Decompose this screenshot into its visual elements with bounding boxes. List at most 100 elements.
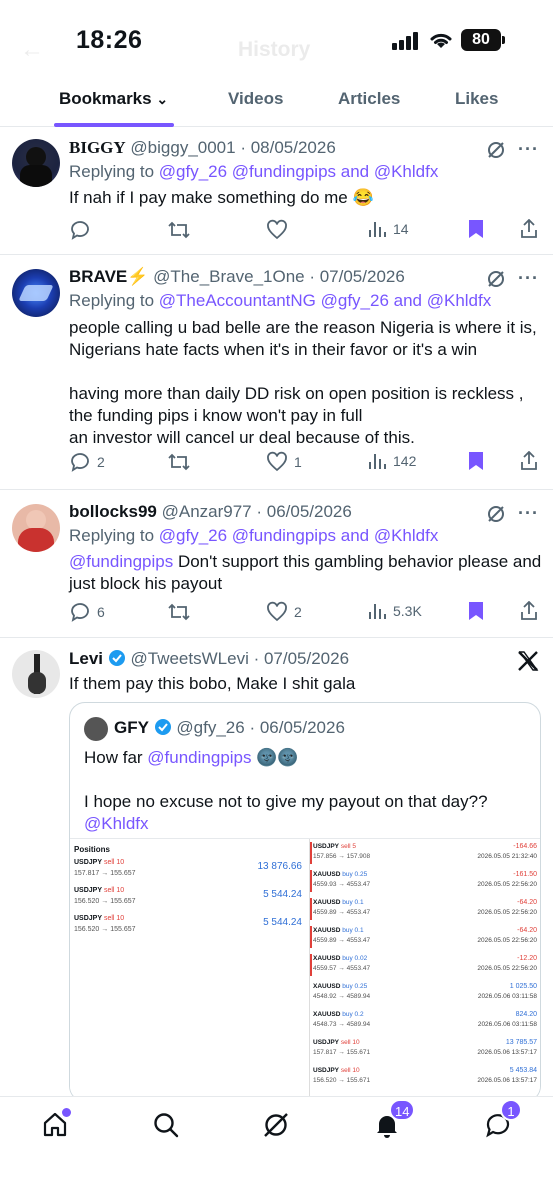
trade-row[interactable]: XAUUSD buy 0.1 4559.89 → 4553.47 -64.20 202…	[313, 898, 539, 918]
more-options-icon[interactable]: ···	[518, 503, 539, 524]
quoted-avatar[interactable]	[84, 717, 108, 741]
bookmark-button[interactable]	[467, 601, 485, 621]
author-name: Levi	[69, 649, 104, 668]
back-arrow-icon[interactable]: ←	[20, 36, 44, 64]
x-logo-icon[interactable]	[517, 650, 539, 672]
verified-badge-icon	[108, 650, 125, 666]
author-handle: @Anzar977 · 06/05/2026	[161, 502, 352, 521]
views-icon	[369, 222, 386, 237]
trade-row[interactable]: XAUUSD buy 0.25 4559.93 → 4553.47 -161.50 2…	[313, 870, 539, 890]
repost-button[interactable]	[167, 451, 191, 473]
trade-pnl: 824.20	[515, 1011, 537, 1018]
share-button[interactable]	[519, 451, 539, 471]
position-row[interactable]: USDJPY sell 10 157.817 → 155.657 13 876.66	[74, 857, 306, 879]
bookmark-button[interactable]	[467, 451, 485, 471]
like-button[interactable]: 1	[266, 451, 302, 473]
verified-badge-icon	[154, 719, 171, 735]
grok-icon	[264, 1113, 288, 1137]
repost-icon	[168, 603, 190, 621]
like-button[interactable]: 2	[266, 601, 302, 623]
tab-videos[interactable]: Videos	[228, 89, 283, 109]
trade-side: buy 0.25	[342, 871, 368, 878]
more-options-icon[interactable]: ···	[518, 268, 539, 289]
trade-row[interactable]: USDJPY sell 5 157.856 → 157.908 -164.66 202…	[313, 842, 539, 862]
avatar[interactable]	[12, 650, 60, 698]
grok-icon[interactable]	[486, 140, 506, 160]
quoted-post[interactable]: GFY @gfy_26 · 06/05/2026 How far @fundin…	[69, 702, 541, 1102]
grok-icon[interactable]	[486, 269, 506, 289]
trade-price: 156.520 → 155.671	[313, 1077, 371, 1084]
trade-symbol: USDJPY	[313, 843, 340, 850]
reply-mentions[interactable]: @TheAccountantNG @gfy_26 and @Khldfx	[159, 291, 491, 310]
trade-price: 157.817 → 155.671	[313, 1049, 371, 1056]
position-price: 156.520 → 155.657	[74, 926, 136, 933]
home-new-dot	[62, 1108, 71, 1117]
trade-side: buy 0.1	[342, 927, 364, 934]
share-button[interactable]	[519, 601, 539, 621]
position-row[interactable]: USDJPY sell 10 156.520 → 155.657 5 544.24	[74, 885, 306, 907]
avatar[interactable]	[12, 139, 60, 187]
trade-row[interactable]: XAUUSD buy 0.25 4548.92 → 4589.94 1 025.50…	[313, 982, 539, 1002]
loss-marker	[310, 926, 312, 948]
trading-screenshot[interactable]: Positions USDJPY sell 10 157.817 → 155.65…	[70, 838, 540, 1101]
action-bar: 6 2 5.3K	[69, 601, 539, 625]
quoted-author-handle: @gfy_26 · 06/05/2026	[176, 718, 345, 737]
trade-price: 4548.73 → 4589.94	[313, 1021, 371, 1028]
tab-likes[interactable]: Likes	[455, 89, 498, 109]
bookmark-button[interactable]	[467, 219, 485, 239]
home-button[interactable]	[41, 1108, 71, 1141]
tab-bookmarks[interactable]: Bookmarks ⌄	[59, 89, 168, 109]
trade-side: buy 0.2	[342, 1011, 364, 1018]
like-button[interactable]	[266, 219, 294, 241]
grok-icon[interactable]	[486, 504, 506, 524]
search-icon	[154, 1113, 179, 1138]
text-mention[interactable]: @fundingpips	[69, 552, 173, 571]
views-button[interactable]: 142	[367, 451, 416, 471]
share-icon	[521, 601, 537, 620]
reply-mentions[interactable]: @gfy_26 @fundingpips and @Khldfx	[159, 162, 439, 181]
grok-button[interactable]	[262, 1111, 292, 1141]
reply-button[interactable]	[69, 219, 97, 241]
trade-row[interactable]: XAUUSD buy 0.02 4559.57 → 4553.47 -12.20 20…	[313, 954, 539, 974]
trade-date: 2026.05.06 13:57:17	[477, 1077, 537, 1084]
quoted-mention[interactable]: @Khldfx	[84, 814, 149, 833]
repost-button[interactable]	[167, 601, 191, 623]
position-price: 156.520 → 155.657	[74, 898, 136, 905]
quoted-mention[interactable]: @fundingpips	[147, 748, 251, 767]
post-text: If them pay this bobo, Make I shit gala	[69, 674, 356, 693]
heart-icon	[267, 219, 287, 240]
reply-button[interactable]: 6	[69, 601, 105, 623]
trade-side: buy 0.25	[342, 983, 368, 990]
reply-mentions[interactable]: @gfy_26 @fundingpips and @Khldfx	[159, 526, 439, 545]
trade-symbol: XAUUSD	[313, 1011, 341, 1018]
reply-icon	[71, 453, 89, 472]
avatar[interactable]	[12, 269, 60, 317]
tab-articles[interactable]: Articles	[338, 89, 400, 109]
battery-indicator: 80	[461, 29, 501, 51]
reply-button[interactable]: 2	[69, 451, 105, 473]
repost-button[interactable]	[167, 219, 191, 241]
trade-row[interactable]: USDJPY sell 10 157.817 → 155.671 13 785.57…	[313, 1038, 539, 1058]
post-biggy[interactable]: BIGGY @biggy_0001 · 08/05/2026 ··· Reply…	[0, 127, 553, 255]
position-pnl: 13 876.66	[257, 861, 303, 872]
post-top-icons: ···	[486, 139, 539, 160]
trade-price: 4559.89 → 4553.47	[313, 909, 371, 916]
replying-to: Replying to @gfy_26 @fundingpips and @Kh…	[69, 526, 439, 545]
search-button[interactable]	[152, 1111, 182, 1141]
share-button[interactable]	[519, 219, 539, 239]
position-row[interactable]: USDJPY sell 10 156.520 → 155.657 5 544.24	[74, 913, 306, 935]
messages-button[interactable]: 1	[484, 1099, 522, 1141]
post-bollocks99[interactable]: bollocks99 @Anzar977 · 06/05/2026 ··· Re…	[0, 490, 553, 638]
views-button[interactable]: 14	[367, 219, 409, 239]
trade-row[interactable]: XAUUSD buy 0.2 4548.73 → 4589.94 824.20 202…	[313, 1010, 539, 1030]
notifications-button[interactable]: 14	[373, 1099, 416, 1141]
trade-row[interactable]: USDJPY sell 10 156.520 → 155.671 5 453.84 2…	[313, 1066, 539, 1086]
status-time: 18:26	[76, 26, 143, 54]
more-options-icon[interactable]: ···	[518, 139, 539, 160]
trade-row[interactable]: XAUUSD buy 0.1 4559.89 → 4553.47 -64.20 202…	[313, 926, 539, 946]
avatar[interactable]	[12, 504, 60, 552]
views-button[interactable]: 5.3K	[367, 601, 422, 621]
trade-date: 2026.05.05 22:56:20	[477, 881, 537, 888]
post-brave[interactable]: BRAVE⚡ @The_Brave_1One · 07/05/2026 ··· …	[0, 255, 553, 490]
trade-pnl: -64.20	[517, 899, 537, 906]
